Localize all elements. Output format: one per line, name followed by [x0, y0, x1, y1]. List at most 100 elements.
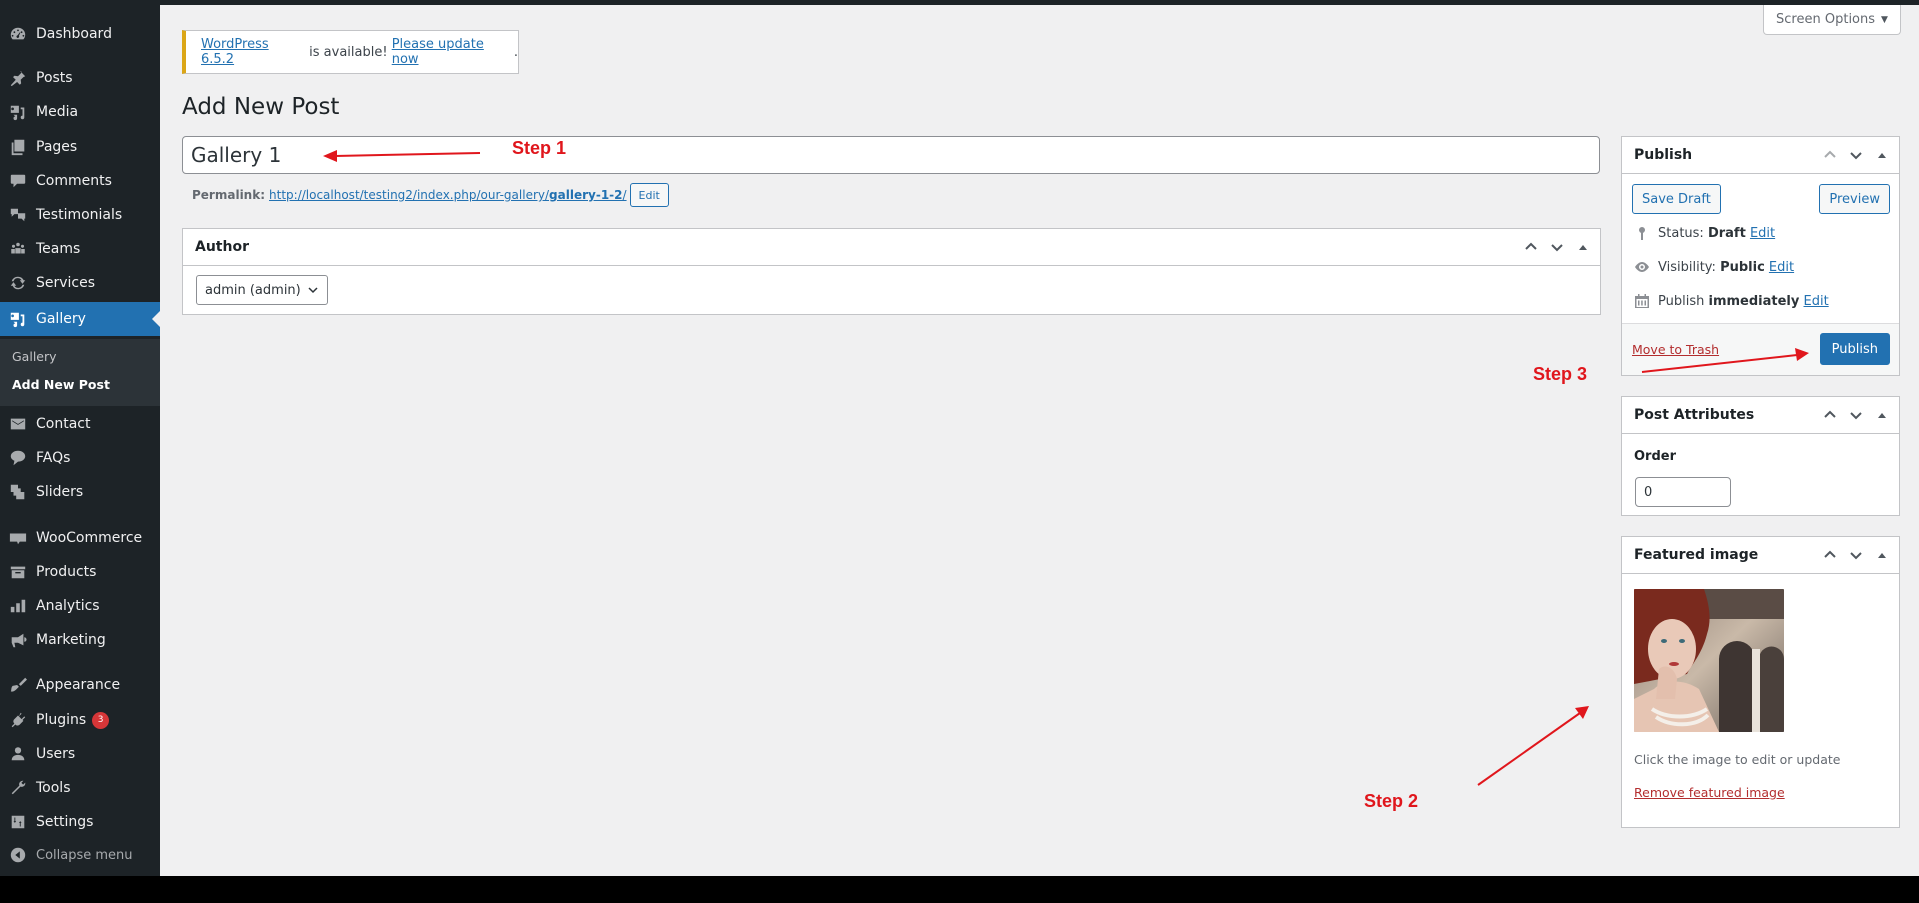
- testimonials-icon: [0, 206, 36, 224]
- sidebar-item-faqs[interactable]: FAQs: [0, 441, 160, 475]
- move-up-icon[interactable]: [1821, 548, 1839, 562]
- edit-visibility-link[interactable]: Edit: [1769, 260, 1794, 275]
- caret-down-icon: ▼: [1881, 14, 1888, 25]
- permalink-link[interactable]: http://localhost/testing2/index.php/our-…: [269, 188, 627, 202]
- sidebar-item-label: Settings: [36, 814, 94, 830]
- sidebar-item-contact[interactable]: Contact: [0, 407, 160, 441]
- sidebar-item-analytics[interactable]: Analytics: [0, 589, 160, 623]
- author-selected-value: admin (admin): [205, 282, 301, 298]
- sidebar-item-label: Posts: [36, 70, 73, 86]
- sidebar-item-media[interactable]: Media: [0, 95, 160, 129]
- author-select[interactable]: admin (admin): [196, 275, 328, 305]
- wordpress-version-link[interactable]: WordPress 6.5.2: [201, 37, 305, 67]
- status-label: Status:: [1658, 225, 1704, 241]
- permalink-edit-button[interactable]: Edit: [629, 183, 669, 207]
- move-down-icon[interactable]: [1847, 148, 1865, 162]
- sidebar-item-label: Contact: [36, 416, 91, 432]
- toggle-panel-icon[interactable]: [1574, 240, 1592, 254]
- chart-bar-icon: [0, 597, 36, 615]
- move-to-trash-link[interactable]: Move to Trash: [1632, 342, 1719, 357]
- featured-image-help: Click the image to edit or update: [1634, 752, 1841, 767]
- author-metabox: Author admin (admin): [182, 228, 1601, 315]
- sidebar-item-label: WooCommerce: [36, 530, 143, 546]
- sidebar-item-teams[interactable]: Teams: [0, 232, 160, 266]
- groups-icon: [0, 240, 36, 258]
- megaphone-icon: [0, 631, 36, 649]
- visibility-label: Visibility:: [1658, 259, 1716, 275]
- step-3-annotation: Step 3: [1533, 364, 1588, 384]
- publish-metabox: Publish Save Draft Preview Status: Draft…: [1621, 136, 1900, 376]
- featured-image-thumbnail[interactable]: [1634, 589, 1784, 732]
- order-label: Order: [1634, 449, 1676, 464]
- permalink-slug: gallery-1-2: [549, 188, 623, 202]
- move-up-icon[interactable]: [1821, 148, 1839, 162]
- update-notice: WordPress 6.5.2 is available! Please upd…: [182, 30, 519, 74]
- sidebar-item-appearance[interactable]: Appearance: [0, 668, 160, 702]
- publish-value: immediately: [1708, 293, 1800, 309]
- sidebar-item-services[interactable]: Services: [0, 266, 160, 300]
- sidebar-item-testimonials[interactable]: Testimonials: [0, 198, 160, 232]
- screen-options-button[interactable]: Screen Options ▼: [1763, 5, 1901, 35]
- permalink-row: Permalink: http://localhost/testing2/ind…: [192, 182, 669, 208]
- post-attributes-title: Post Attributes: [1634, 407, 1755, 423]
- sidebar-item-label: Analytics: [36, 598, 100, 614]
- collapse-menu-button[interactable]: Collapse menu: [0, 838, 160, 872]
- admin-sidebar: Dashboard Posts Media Pages Comments Tes…: [0, 0, 160, 876]
- move-up-icon[interactable]: [1821, 408, 1839, 422]
- collapse-menu-label: Collapse menu: [36, 847, 133, 863]
- permalink-base: http://localhost/testing2/index.php/our-…: [269, 188, 550, 202]
- sidebar-item-comments[interactable]: Comments: [0, 164, 160, 198]
- sidebar-item-label: Teams: [36, 241, 81, 257]
- update-now-link[interactable]: Please update now: [392, 37, 514, 67]
- sidebar-item-settings[interactable]: Settings: [0, 805, 160, 839]
- sidebar-item-products[interactable]: Products: [0, 555, 160, 589]
- post-title-input[interactable]: Gallery 1: [182, 136, 1600, 174]
- move-up-icon[interactable]: [1522, 240, 1540, 254]
- publish-button[interactable]: Publish: [1819, 333, 1890, 365]
- move-down-icon[interactable]: [1847, 408, 1865, 422]
- sidebar-item-tools[interactable]: Tools: [0, 771, 160, 805]
- sidebar-item-gallery[interactable]: Gallery: [0, 302, 160, 336]
- publish-time-row: Publish immediately Edit: [1634, 293, 1829, 309]
- archive-icon: [0, 563, 36, 581]
- status-value: Draft: [1707, 225, 1746, 241]
- slides-icon: [0, 483, 36, 501]
- move-down-icon[interactable]: [1847, 548, 1865, 562]
- sidebar-item-label: Testimonials: [36, 207, 123, 223]
- permalink-label: Permalink:: [192, 188, 266, 202]
- page-title: Add New Post: [182, 94, 340, 120]
- order-input[interactable]: 0: [1635, 477, 1731, 507]
- sidebar-item-marketing[interactable]: Marketing: [0, 623, 160, 657]
- publish-metabox-title: Publish: [1634, 147, 1693, 163]
- pin-icon: [1639, 227, 1645, 240]
- sidebar-item-sliders[interactable]: Sliders: [0, 475, 160, 509]
- notice-text: is available!: [305, 44, 392, 60]
- screen-bottom-bar: [0, 876, 1919, 903]
- sidebar-item-woocommerce[interactable]: WooCommerce: [0, 521, 160, 555]
- edit-status-link[interactable]: Edit: [1750, 226, 1775, 241]
- gallery-submenu: Gallery Add New Post: [0, 339, 160, 406]
- featured-image-title: Featured image: [1634, 547, 1759, 563]
- preview-button[interactable]: Preview: [1819, 184, 1890, 214]
- toggle-panel-icon[interactable]: [1873, 548, 1891, 562]
- publish-label: Publish: [1658, 293, 1705, 309]
- submenu-item-add-new-post[interactable]: Add New Post: [12, 377, 110, 392]
- sidebar-item-plugins[interactable]: Plugins 3: [0, 703, 160, 737]
- sidebar-item-dashboard[interactable]: Dashboard: [0, 17, 160, 51]
- edit-publish-time-link[interactable]: Edit: [1804, 294, 1829, 309]
- sidebar-item-users[interactable]: Users: [0, 737, 160, 771]
- screen-options-label: Screen Options: [1776, 12, 1876, 27]
- move-down-icon[interactable]: [1548, 240, 1566, 254]
- toggle-panel-icon[interactable]: [1873, 408, 1891, 422]
- toggle-panel-icon[interactable]: [1873, 148, 1891, 162]
- sidebar-item-label: Media: [36, 104, 79, 120]
- calendar-icon: [1635, 294, 1649, 308]
- remove-featured-image-link[interactable]: Remove featured image: [1634, 785, 1785, 800]
- media-icon: [0, 310, 36, 328]
- submenu-item-gallery[interactable]: Gallery: [12, 349, 57, 364]
- sidebar-item-posts[interactable]: Posts: [0, 61, 160, 95]
- sidebar-item-pages[interactable]: Pages: [0, 130, 160, 164]
- save-draft-button[interactable]: Save Draft: [1632, 184, 1721, 214]
- sidebar-item-label: Gallery: [36, 311, 86, 327]
- format-chat-icon: [0, 449, 36, 467]
